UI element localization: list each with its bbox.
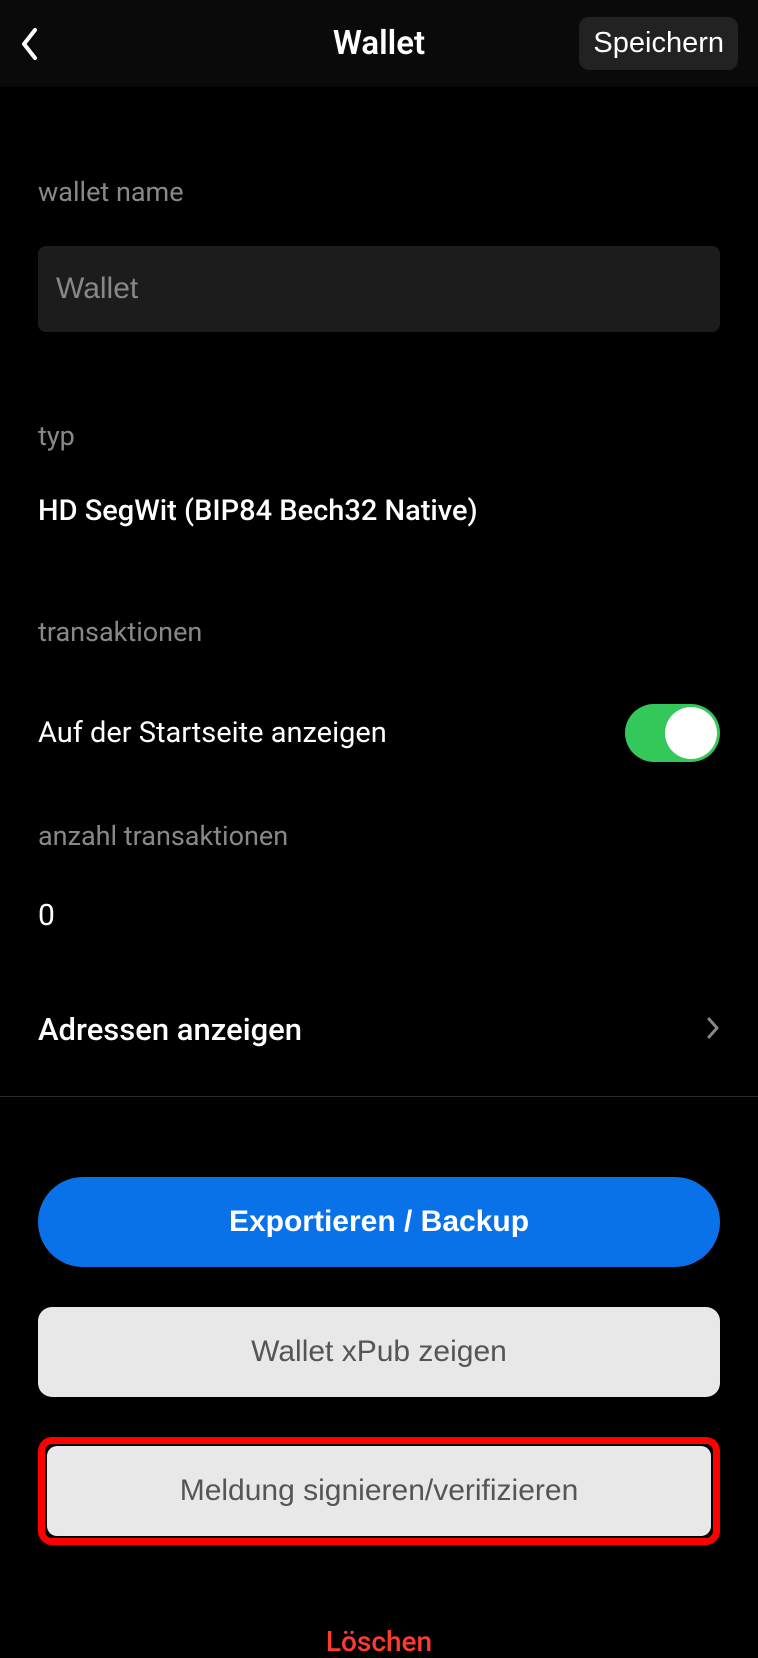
show-addresses-label: Adressen anzeigen (38, 1011, 302, 1048)
back-button[interactable] (20, 24, 60, 64)
tx-count-value: 0 (38, 898, 720, 933)
delete-button[interactable]: Löschen (38, 1625, 720, 1658)
actions: Exportieren / Backup Wallet xPub zeigen … (0, 1177, 758, 1658)
type-value: HD SegWit (BIP84 Bech32 Native) (38, 494, 720, 528)
show-on-home-toggle[interactable] (625, 704, 720, 762)
sign-verify-highlight: Meldung signieren/verifizieren (38, 1437, 720, 1545)
transactions-label: transaktionen (38, 616, 720, 648)
export-backup-button[interactable]: Exportieren / Backup (38, 1177, 720, 1267)
show-xpub-button[interactable]: Wallet xPub zeigen (38, 1307, 720, 1397)
divider (0, 1096, 758, 1097)
tx-count-label: anzahl transaktionen (38, 820, 720, 852)
header: Wallet Speichern (0, 0, 758, 88)
page-title: Wallet (333, 24, 425, 63)
wallet-name-input[interactable] (38, 246, 720, 332)
show-on-home-label: Auf der Startseite anzeigen (38, 716, 387, 750)
content: wallet name typ HD SegWit (BIP84 Bech32 … (0, 176, 758, 1096)
chevron-left-icon (20, 27, 40, 61)
show-addresses-row[interactable]: Adressen anzeigen (28, 1011, 720, 1096)
sign-verify-button[interactable]: Meldung signieren/verifizieren (47, 1446, 711, 1536)
chevron-right-icon (706, 1016, 720, 1044)
type-label: typ (38, 420, 720, 452)
toggle-knob (665, 707, 717, 759)
wallet-name-label: wallet name (38, 176, 720, 208)
show-on-home-row: Auf der Startseite anzeigen (38, 704, 720, 762)
save-button[interactable]: Speichern (579, 17, 738, 70)
